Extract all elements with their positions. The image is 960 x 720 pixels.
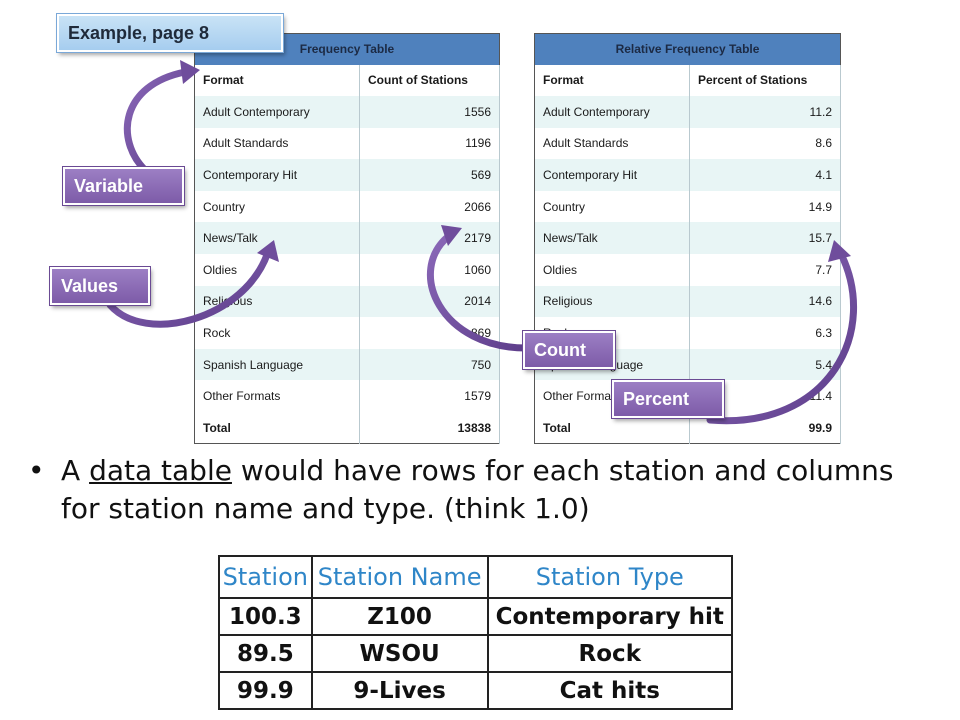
table-row: Other Formats 1579 <box>194 380 500 413</box>
table-row: Adult Standards 8.6 <box>534 127 841 160</box>
table-row: Contemporary Hit 4.1 <box>534 159 841 191</box>
variable-arrow <box>123 68 189 174</box>
format-cell: Country <box>194 190 360 223</box>
percent-cell: 6.3 <box>689 317 841 349</box>
percent-cell: 14.6 <box>689 285 841 318</box>
percent-cell: 8.6 <box>689 127 841 160</box>
table-row: Adult Contemporary 1556 <box>194 96 500 128</box>
count-cell: 2179 <box>359 222 500 255</box>
table-row: Contemporary Hit 569 <box>194 159 500 191</box>
format-cell: Oldies <box>534 254 690 286</box>
column-header-station-type: Station Type <box>486 555 734 599</box>
bullet-text-start: A <box>61 454 90 487</box>
table-row: News/Talk 2179 <box>194 222 500 255</box>
count-cell: 1060 <box>359 254 500 286</box>
table-row: News/Talk 15.7 <box>534 222 841 255</box>
count-cell: 750 <box>359 348 500 381</box>
format-cell: Country <box>534 190 690 223</box>
table-row: 89.5 WSOU Rock <box>218 634 734 673</box>
format-cell: Rock <box>194 317 360 349</box>
station-type-cell: Contemporary hit <box>486 597 734 636</box>
format-cell: Contemporary Hit <box>194 159 360 191</box>
percent-cell: 14.9 <box>689 190 841 223</box>
table-row: Religious 2014 <box>194 285 500 318</box>
count-cell: 2066 <box>359 190 500 223</box>
count-cell: 1196 <box>359 127 500 160</box>
column-header-station-name: Station Name <box>310 555 489 599</box>
format-cell: Adult Standards <box>194 127 360 160</box>
format-cell: News/Talk <box>194 222 360 255</box>
variable-callout: Variable <box>62 166 185 206</box>
values-callout: Values <box>49 266 151 306</box>
column-header-format: Format <box>534 64 690 97</box>
count-cell: 1579 <box>359 380 500 413</box>
table-row: 99.9 9-Lives Cat hits <box>218 671 734 710</box>
station-cell: 99.9 <box>218 671 313 710</box>
format-cell: Religious <box>534 285 690 318</box>
percent-cell: 7.7 <box>689 254 841 286</box>
percent-cell: 15.7 <box>689 222 841 255</box>
table-row: Oldies 1060 <box>194 254 500 286</box>
table-row: Oldies 7.7 <box>534 254 841 286</box>
station-data-table: Station Station Name Station Type 100.3 … <box>218 555 734 710</box>
column-header-count: Count of Stations <box>359 64 500 97</box>
frequency-table: Frequency Table Format Count of Stations… <box>194 33 500 445</box>
format-cell: Adult Contemporary <box>194 96 360 128</box>
table-row: Adult Contemporary 11.2 <box>534 96 841 128</box>
column-header-station: Station <box>218 555 313 599</box>
percent-cell: 4.1 <box>689 159 841 191</box>
table-row: Rock 869 <box>194 317 500 349</box>
column-header-format: Format <box>194 64 360 97</box>
total-row: Total 13838 <box>194 412 500 444</box>
total-label: Total <box>194 412 360 444</box>
table-row: Spanish Language 750 <box>194 348 500 381</box>
data-table-term: data table <box>89 454 232 487</box>
relative-table-title: Relative Frequency Table <box>534 33 841 65</box>
table-row: Country 2066 <box>194 190 500 223</box>
table-row: Country 14.9 <box>534 190 841 223</box>
station-cell: 89.5 <box>218 634 313 673</box>
bullet-icon: • <box>28 454 45 487</box>
station-type-cell: Rock <box>486 634 734 673</box>
station-type-cell: Cat hits <box>486 671 734 710</box>
percent-cell: 5.4 <box>689 348 841 381</box>
total-count: 13838 <box>359 412 500 444</box>
format-cell: Oldies <box>194 254 360 286</box>
format-cell: News/Talk <box>534 222 690 255</box>
percent-callout: Percent <box>611 379 725 419</box>
format-cell: Other Formats <box>194 380 360 413</box>
count-cell: 569 <box>359 159 500 191</box>
station-name-cell: WSOU <box>310 634 489 673</box>
count-cell: 869 <box>359 317 500 349</box>
count-cell: 2014 <box>359 285 500 318</box>
table-row: 100.3 Z100 Contemporary hit <box>218 597 734 636</box>
format-cell: Spanish Language <box>194 348 360 381</box>
table-row: Religious 14.6 <box>534 285 841 318</box>
format-cell: Adult Contemporary <box>534 96 690 128</box>
station-cell: 100.3 <box>218 597 313 636</box>
station-name-cell: 9-Lives <box>310 671 489 710</box>
format-cell: Adult Standards <box>534 127 690 160</box>
bullet-text: A data table would have rows for each st… <box>61 452 921 528</box>
count-callout: Count <box>522 330 616 370</box>
station-name-cell: Z100 <box>310 597 489 636</box>
table-row: Adult Standards 1196 <box>194 127 500 160</box>
format-cell: Religious <box>194 285 360 318</box>
count-cell: 1556 <box>359 96 500 128</box>
example-callout: Example, page 8 <box>56 13 284 53</box>
format-cell: Contemporary Hit <box>534 159 690 191</box>
percent-cell: 11.2 <box>689 96 841 128</box>
column-header-percent: Percent of Stations <box>689 64 841 97</box>
